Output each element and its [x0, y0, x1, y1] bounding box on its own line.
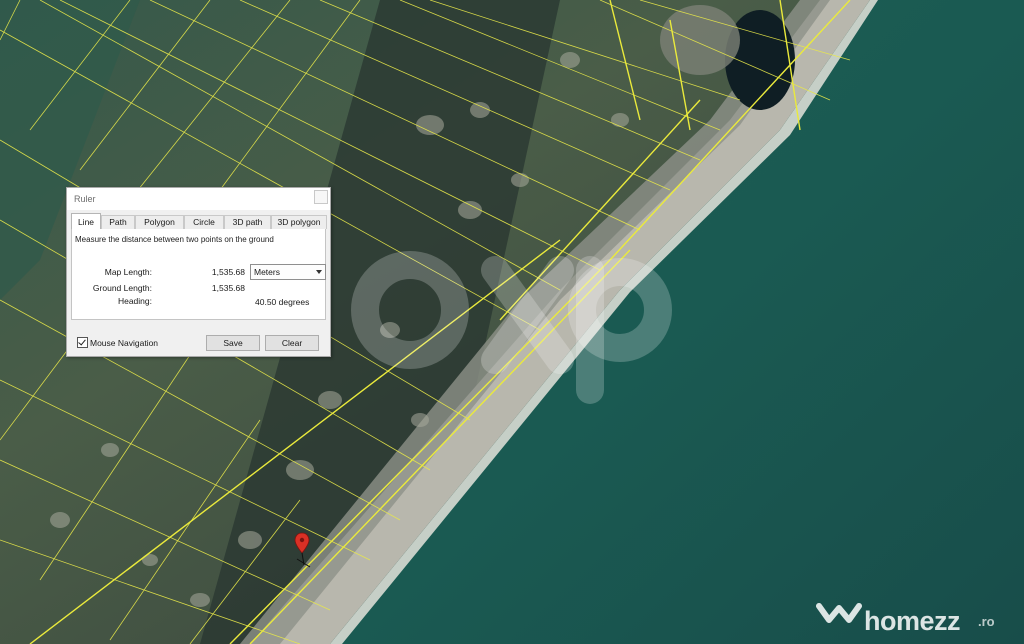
brand-tld: .ro: [978, 614, 995, 629]
mouse-navigation-label: Mouse Navigation: [90, 338, 159, 348]
tab-circle[interactable]: Circle: [184, 215, 224, 229]
map-length-label: Map Length:: [104, 267, 152, 277]
tab-path[interactable]: Path: [101, 215, 135, 229]
mouse-navigation-checkbox[interactable]: [77, 337, 88, 348]
ruler-dialog[interactable]: Ruler Line Path Polygon Circle 3D path 3…: [66, 187, 331, 357]
tab-line[interactable]: Line: [71, 213, 101, 230]
tab-polygon[interactable]: Polygon: [135, 215, 184, 229]
homezz-logo-icon: [816, 603, 862, 623]
save-button[interactable]: Save: [206, 335, 260, 351]
brand-watermark: homezz .ro: [816, 598, 1016, 642]
ruler-title: Ruler: [74, 194, 96, 204]
units-select[interactable]: Meters: [250, 264, 326, 280]
ground-length-value: 1,535.68: [211, 283, 245, 293]
ruler-description: Measure the distance between two points …: [75, 235, 274, 244]
heading-value: 40.50 degrees: [255, 297, 310, 307]
clear-button[interactable]: Clear: [265, 335, 319, 351]
close-icon[interactable]: [314, 190, 328, 204]
ground-length-label: Ground Length:: [92, 283, 152, 293]
ruler-titlebar[interactable]: Ruler: [67, 188, 330, 210]
tab-3d-polygon[interactable]: 3D polygon: [271, 215, 327, 229]
tab-3d-path[interactable]: 3D path: [224, 215, 271, 229]
chevron-down-icon: [316, 270, 322, 274]
heading-label: Heading:: [117, 296, 152, 306]
sand-spit: [660, 5, 740, 75]
tab-panel-line: Measure the distance between two points …: [71, 229, 326, 320]
units-select-value: Meters: [254, 267, 280, 277]
map-length-value: 1,535.68: [211, 267, 245, 277]
tab-strip: Line Path Polygon Circle 3D path 3D poly…: [71, 213, 327, 230]
brand-name: homezz: [864, 606, 961, 636]
